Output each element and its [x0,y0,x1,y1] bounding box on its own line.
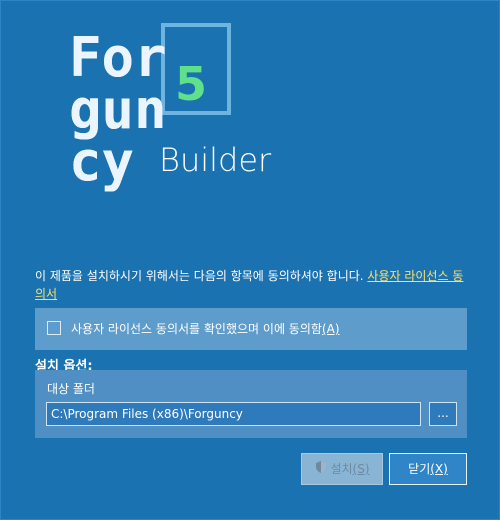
install-accesskey: (S) [352,462,370,476]
product-name: Builder [159,141,272,179]
install-button[interactable]: 설치(S) [301,453,383,485]
agreement-label[interactable]: 사용자 라이선스 동의서를 확인했으며 이에 동의함(A) [71,320,340,337]
license-notice: 이 제품을 설치하시기 위해서는 다음의 항목에 동의하셔야 합니다. 사용자 … [35,267,465,303]
close-button[interactable]: 닫기(X) [389,453,467,485]
installer-window: 5 For gun cy Builder 이 제품을 설치하시기 위해서는 다음… [0,0,500,520]
logo-letters-row-1: For [69,26,167,89]
target-folder-input[interactable] [46,402,421,426]
agreement-panel[interactable]: 사용자 라이선스 동의서를 확인했으며 이에 동의함(A) [35,308,467,350]
close-accesskey: (X) [430,462,448,476]
logo-letters-row-3: cy [69,130,135,193]
notice-text: 이 제품을 설치하시기 위해서는 다음의 항목에 동의하셔야 합니다. [35,269,368,283]
browse-button[interactable]: ... [429,402,457,426]
logo-letters-row-2: gun [69,78,167,141]
install-label: 설치 [330,462,353,476]
forguncy-logo: 5 For gun cy Builder [69,23,299,223]
version-number: 5 [174,57,207,111]
agreement-checkbox[interactable] [47,321,61,335]
target-folder-label: 대상 폴더 [47,382,95,396]
install-options-panel: 대상 폴더 ... [35,370,467,438]
uac-shield-icon [314,455,328,485]
close-label: 닫기 [408,462,431,476]
